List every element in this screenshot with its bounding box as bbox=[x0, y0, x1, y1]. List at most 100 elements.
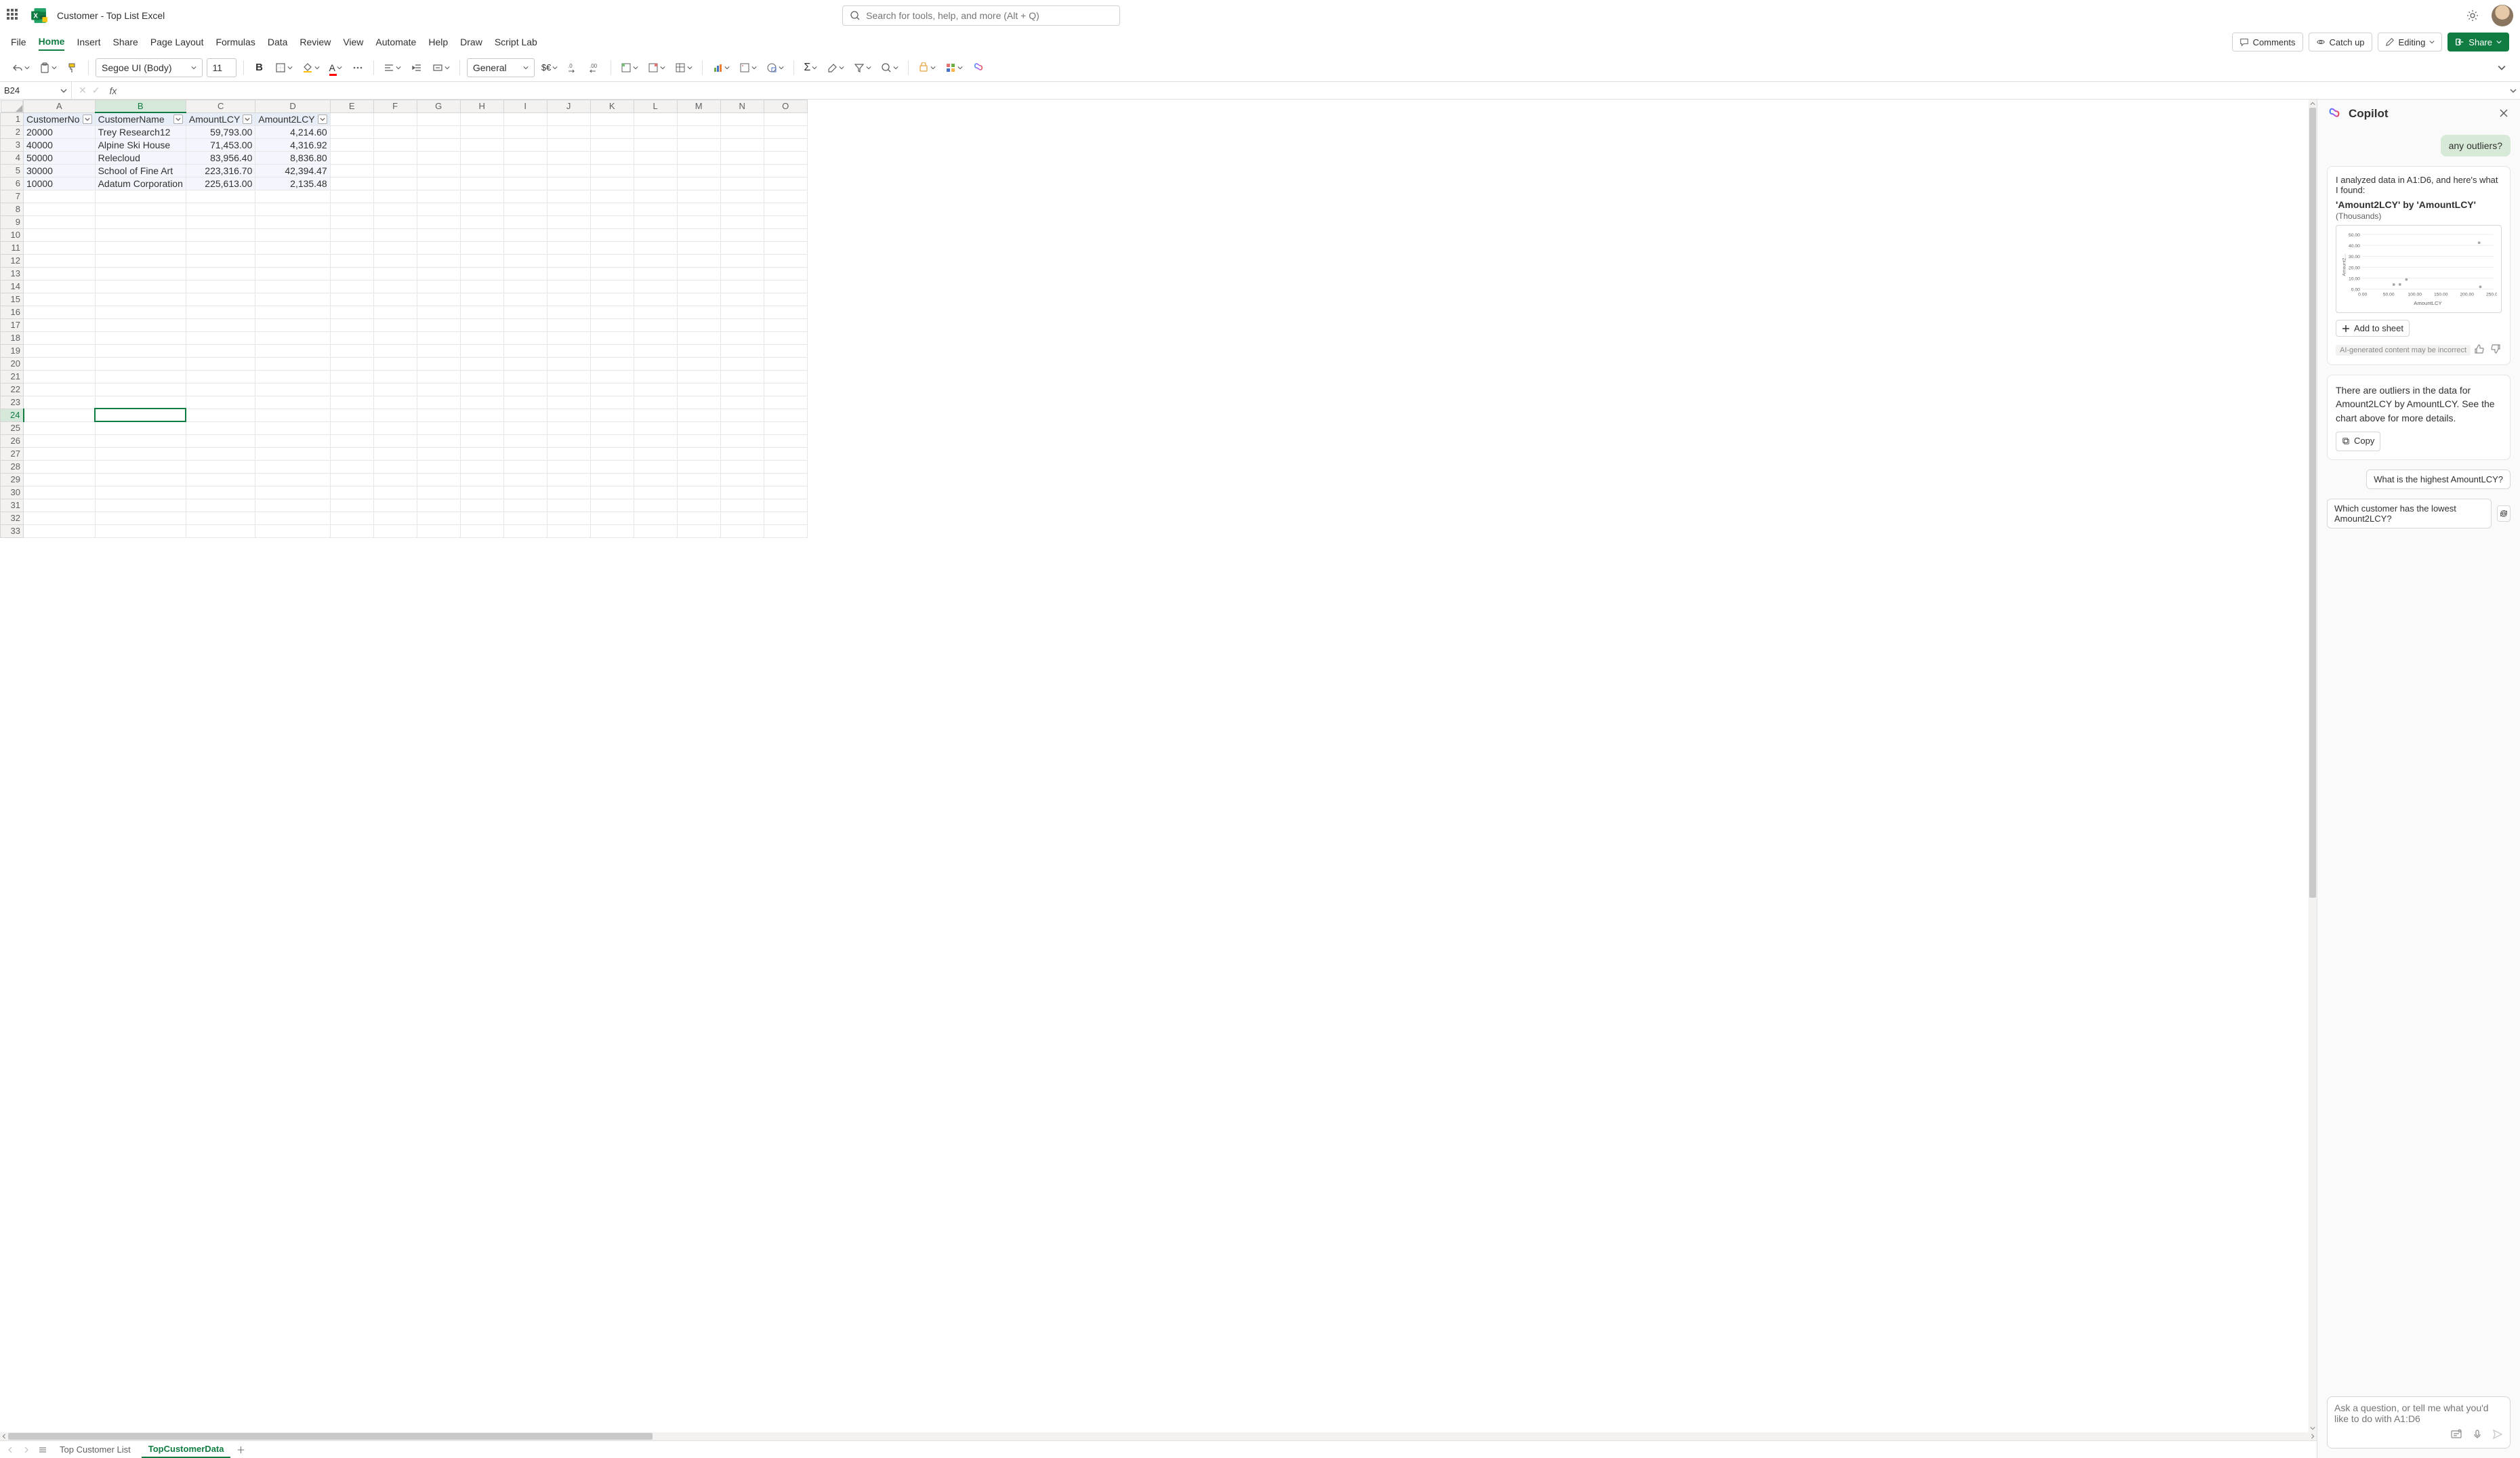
cell-M15[interactable] bbox=[677, 293, 720, 306]
cell-L31[interactable] bbox=[634, 499, 677, 512]
cell-C7[interactable] bbox=[186, 190, 255, 203]
cell-B33[interactable] bbox=[95, 524, 186, 537]
row-header-10[interactable]: 10 bbox=[1, 228, 24, 241]
cell-C31[interactable] bbox=[186, 499, 255, 512]
cell-E5[interactable] bbox=[330, 164, 373, 177]
format-cells-button[interactable] bbox=[672, 58, 695, 77]
cell-O10[interactable] bbox=[764, 228, 807, 241]
cell-I4[interactable] bbox=[503, 151, 547, 164]
menu-page-layout[interactable]: Page Layout bbox=[150, 34, 204, 50]
cell-I20[interactable] bbox=[503, 357, 547, 370]
merge-button[interactable] bbox=[430, 58, 453, 77]
cell-F16[interactable] bbox=[373, 306, 417, 318]
cell-A21[interactable] bbox=[24, 370, 96, 383]
cell-L27[interactable] bbox=[634, 447, 677, 460]
cell-K32[interactable] bbox=[590, 512, 634, 524]
cell-E29[interactable] bbox=[330, 473, 373, 486]
cell-D15[interactable] bbox=[255, 293, 330, 306]
cell-C18[interactable] bbox=[186, 331, 255, 344]
cell-M7[interactable] bbox=[677, 190, 720, 203]
cell-E19[interactable] bbox=[330, 344, 373, 357]
row-header-27[interactable]: 27 bbox=[1, 447, 24, 460]
cell-O26[interactable] bbox=[764, 434, 807, 447]
cell-L17[interactable] bbox=[634, 318, 677, 331]
cell-A28[interactable] bbox=[24, 460, 96, 473]
cell-F10[interactable] bbox=[373, 228, 417, 241]
cell-F26[interactable] bbox=[373, 434, 417, 447]
cell-N27[interactable] bbox=[720, 447, 764, 460]
cell-G25[interactable] bbox=[417, 421, 460, 434]
cell-A27[interactable] bbox=[24, 447, 96, 460]
cell-E25[interactable] bbox=[330, 421, 373, 434]
add-sheet-button[interactable]: ＋ bbox=[234, 1444, 247, 1456]
cell-C11[interactable] bbox=[186, 241, 255, 254]
scroll-right-button[interactable] bbox=[2309, 1432, 2317, 1440]
cell-C29[interactable] bbox=[186, 473, 255, 486]
cell-L3[interactable] bbox=[634, 138, 677, 151]
cell-B15[interactable] bbox=[95, 293, 186, 306]
cell-O2[interactable] bbox=[764, 125, 807, 138]
cell-N7[interactable] bbox=[720, 190, 764, 203]
cell-H6[interactable] bbox=[460, 177, 503, 190]
cell-L26[interactable] bbox=[634, 434, 677, 447]
cell-D23[interactable] bbox=[255, 396, 330, 409]
cell-J20[interactable] bbox=[547, 357, 590, 370]
cell-E21[interactable] bbox=[330, 370, 373, 383]
app-launcher-button[interactable] bbox=[7, 9, 20, 22]
cell-J7[interactable] bbox=[547, 190, 590, 203]
cell-N25[interactable] bbox=[720, 421, 764, 434]
copy-button[interactable]: Copy bbox=[2336, 432, 2380, 451]
cell-N15[interactable] bbox=[720, 293, 764, 306]
cell-C8[interactable] bbox=[186, 203, 255, 215]
add-to-sheet-button[interactable]: Add to sheet bbox=[2336, 320, 2410, 337]
cell-J6[interactable] bbox=[547, 177, 590, 190]
scroll-thumb[interactable] bbox=[8, 1433, 653, 1440]
cell-N29[interactable] bbox=[720, 473, 764, 486]
insert-cells-button[interactable] bbox=[618, 58, 641, 77]
cell-L19[interactable] bbox=[634, 344, 677, 357]
cell-H12[interactable] bbox=[460, 254, 503, 267]
cell-A29[interactable] bbox=[24, 473, 96, 486]
cell-E20[interactable] bbox=[330, 357, 373, 370]
cell-B26[interactable] bbox=[95, 434, 186, 447]
cell-G13[interactable] bbox=[417, 267, 460, 280]
cell-A30[interactable] bbox=[24, 486, 96, 499]
cell-M19[interactable] bbox=[677, 344, 720, 357]
scroll-track[interactable] bbox=[2309, 108, 2317, 1424]
cell-E17[interactable] bbox=[330, 318, 373, 331]
cell-N5[interactable] bbox=[720, 164, 764, 177]
cell-H16[interactable] bbox=[460, 306, 503, 318]
grid[interactable]: ABCDEFGHIJKLMNO1CustomerNoCustomerNameAm… bbox=[0, 100, 2309, 1432]
cell-D18[interactable] bbox=[255, 331, 330, 344]
cell-A22[interactable] bbox=[24, 383, 96, 396]
cell-B16[interactable] bbox=[95, 306, 186, 318]
cell-F20[interactable] bbox=[373, 357, 417, 370]
row-header-11[interactable]: 11 bbox=[1, 241, 24, 254]
sheet-nav-next[interactable] bbox=[20, 1444, 33, 1456]
row-header-14[interactable]: 14 bbox=[1, 280, 24, 293]
cell-A9[interactable] bbox=[24, 215, 96, 228]
cell-C24[interactable] bbox=[186, 409, 255, 421]
cell-O7[interactable] bbox=[764, 190, 807, 203]
cell-H15[interactable] bbox=[460, 293, 503, 306]
cell-D7[interactable] bbox=[255, 190, 330, 203]
cell-E4[interactable] bbox=[330, 151, 373, 164]
cell-H23[interactable] bbox=[460, 396, 503, 409]
cell-L24[interactable] bbox=[634, 409, 677, 421]
cell-L6[interactable] bbox=[634, 177, 677, 190]
cell-E23[interactable] bbox=[330, 396, 373, 409]
cell-A13[interactable] bbox=[24, 267, 96, 280]
cell-D29[interactable] bbox=[255, 473, 330, 486]
cell-M30[interactable] bbox=[677, 486, 720, 499]
cell-D25[interactable] bbox=[255, 421, 330, 434]
cell-N30[interactable] bbox=[720, 486, 764, 499]
cell-K28[interactable] bbox=[590, 460, 634, 473]
cell-O24[interactable] bbox=[764, 409, 807, 421]
document-title[interactable]: Customer - Top List Excel bbox=[57, 10, 165, 21]
cell-M24[interactable] bbox=[677, 409, 720, 421]
cell-O5[interactable] bbox=[764, 164, 807, 177]
cell-C32[interactable] bbox=[186, 512, 255, 524]
cell-G30[interactable] bbox=[417, 486, 460, 499]
cell-I12[interactable] bbox=[503, 254, 547, 267]
cell-D26[interactable] bbox=[255, 434, 330, 447]
